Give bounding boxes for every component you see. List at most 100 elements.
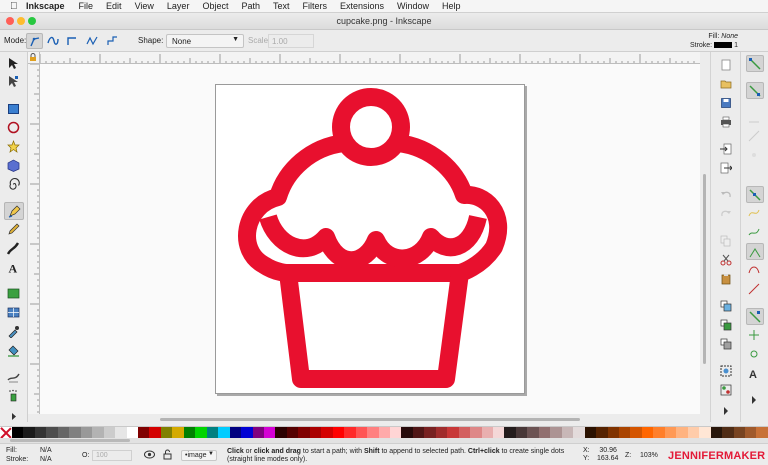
tweak-tool-button[interactable] [4, 368, 24, 386]
layer-visibility-icon[interactable] [144, 450, 155, 461]
snap-text-baseline-button[interactable]: A [746, 365, 764, 382]
apple-icon[interactable]:  [10, 1, 26, 12]
drawing-canvas[interactable] [40, 64, 700, 414]
status-msg-part: click and drag [253, 448, 301, 455]
status-message: Click or click and drag to start a path;… [227, 448, 577, 464]
redo-button[interactable] [719, 207, 733, 221]
mode-regular-bezier-button[interactable] [26, 33, 43, 49]
gradient-tool-button[interactable] [4, 285, 24, 303]
menu-window[interactable]: Window [397, 1, 429, 11]
status-fill-label: Fill: [6, 447, 17, 454]
import-button[interactable] [719, 142, 733, 156]
zoom-selection-button[interactable] [719, 299, 733, 313]
pen-tool-button[interactable] [4, 202, 24, 220]
cut-button[interactable] [719, 253, 733, 267]
snap-others-button[interactable] [746, 308, 764, 325]
document-page[interactable] [215, 84, 525, 394]
mesh-tool-button[interactable] [4, 304, 24, 322]
mode-paraxial-button[interactable] [104, 33, 121, 49]
node-tool-button[interactable] [4, 73, 24, 91]
horizontal-scroll-thumb[interactable] [160, 418, 580, 421]
snap-cusp-nodes-button[interactable] [746, 243, 764, 260]
spray-tool-button[interactable] [4, 387, 24, 405]
undo-button[interactable] [719, 188, 733, 202]
menu-edit[interactable]: Edit [106, 1, 122, 11]
snap-bbox-edges-button[interactable] [746, 109, 764, 126]
color-palette[interactable] [0, 426, 768, 439]
unlink-clone-button[interactable] [719, 337, 733, 351]
status-stroke-value[interactable]: N/A [40, 456, 52, 463]
scale-input[interactable]: 1.00 [268, 34, 314, 48]
menu-object[interactable]: Object [202, 1, 228, 11]
snap-bbox-button[interactable] [746, 82, 764, 99]
cupcake-frosting-scallops[interactable] [259, 213, 487, 270]
3d-box-tool-button[interactable] [4, 157, 24, 175]
snap-line-midpoints-button[interactable] [746, 281, 764, 298]
app-menu[interactable]: Inkscape [26, 1, 65, 11]
ungroup-button[interactable] [719, 383, 733, 397]
snap-bbox-corners-button[interactable] [746, 128, 764, 145]
menu-help[interactable]: Help [442, 1, 461, 11]
snap-smooth-nodes-button[interactable] [746, 262, 764, 279]
layer-lock-icon[interactable] [163, 449, 172, 462]
new-document-button[interactable] [719, 58, 733, 72]
snap-centers-button[interactable] [746, 327, 764, 344]
menu-path[interactable]: Path [241, 1, 260, 11]
vertical-ruler[interactable] [28, 64, 40, 414]
save-button[interactable] [719, 96, 733, 110]
spiral-tool-button[interactable] [4, 176, 24, 194]
calligraphy-tool-button[interactable] [4, 240, 24, 258]
mode-bspline-button[interactable] [64, 33, 81, 49]
star-tool-button[interactable] [4, 138, 24, 156]
selector-tool-button[interactable] [4, 55, 24, 73]
snapbar-expand-arrow[interactable] [746, 392, 764, 409]
text-tool-button[interactable]: A [4, 259, 24, 277]
horizontal-scrollbar[interactable] [40, 414, 700, 424]
current-layer-select[interactable]: •image ▼ [181, 450, 217, 461]
commands-expand-arrow[interactable] [719, 404, 733, 418]
snap-intersections-button[interactable] [746, 224, 764, 241]
status-msg-part: Shift [363, 448, 380, 455]
clone-button[interactable] [719, 318, 733, 332]
cupcake-drawing[interactable] [216, 85, 526, 395]
group-button[interactable] [719, 364, 733, 378]
menu-text[interactable]: Text [273, 1, 290, 11]
menu-filters[interactable]: Filters [302, 1, 327, 11]
opacity-input[interactable]: 100 [92, 450, 132, 461]
cupcake-cherry[interactable] [332, 88, 410, 166]
mode-zigzag-button[interactable] [84, 33, 101, 49]
status-fill-value[interactable]: N/A [40, 447, 52, 454]
snap-rotation-center-button[interactable] [746, 346, 764, 363]
cupcake-wrapper[interactable] [279, 271, 469, 388]
snap-paths-button[interactable] [746, 205, 764, 222]
status-msg-part: or [243, 448, 254, 455]
menu-view[interactable]: View [135, 1, 154, 11]
palette-scroll-thumb[interactable] [10, 439, 130, 442]
dropper-tool-button[interactable] [4, 323, 24, 341]
mode-spiro-button[interactable] [45, 33, 62, 49]
paste-button[interactable] [719, 272, 733, 286]
vertical-scroll-thumb[interactable] [703, 174, 706, 364]
toolbox-expand-arrow[interactable] [4, 408, 24, 426]
fill-stroke-indicator[interactable]: Fill: None Stroke: 1 [690, 32, 738, 50]
scale-label: Scale: [248, 36, 271, 45]
vertical-scrollbar[interactable] [700, 64, 710, 414]
snap-toggle-button[interactable] [746, 55, 764, 72]
paint-bucket-tool-button[interactable] [4, 342, 24, 360]
snap-bbox-midpoints-button[interactable] [746, 147, 764, 164]
print-button[interactable] [719, 115, 733, 129]
zoom-value[interactable]: 103% [640, 452, 658, 459]
menu-layer[interactable]: Layer [167, 1, 190, 11]
menu-file[interactable]: File [79, 1, 94, 11]
fill-label: Fill: [708, 33, 720, 40]
export-button[interactable] [719, 161, 733, 175]
horizontal-ruler[interactable] [40, 52, 700, 64]
menu-extensions[interactable]: Extensions [340, 1, 384, 11]
shape-select[interactable]: None ▼ [166, 34, 244, 48]
ellipse-tool-button[interactable] [4, 119, 24, 137]
snap-nodes-button[interactable] [746, 186, 764, 203]
copy-button[interactable] [719, 234, 733, 248]
rectangle-tool-button[interactable] [4, 100, 24, 118]
pencil-tool-button[interactable] [4, 221, 24, 239]
open-document-button[interactable] [719, 77, 733, 91]
